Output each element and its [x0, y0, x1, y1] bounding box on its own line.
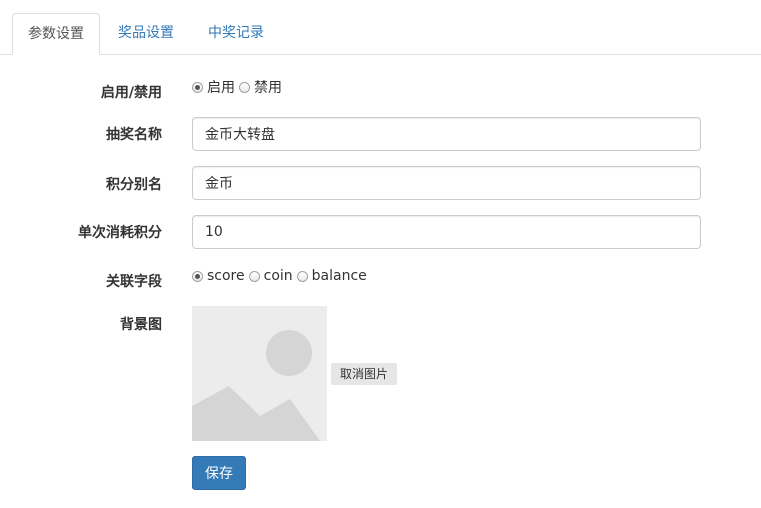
related-field-balance-label[interactable]: balance [312, 268, 367, 284]
lottery-name-input[interactable] [192, 117, 701, 151]
background-image-preview[interactable] [192, 306, 327, 441]
related-field-score-radio[interactable] [192, 270, 203, 282]
tab-bar: 参数设置 奖品设置 中奖记录 [0, 0, 761, 55]
image-placeholder-icon [192, 306, 327, 441]
status-disable-radio[interactable] [239, 81, 250, 93]
related-field-label: 关联字段 [106, 274, 162, 290]
status-enable-radio[interactable] [192, 81, 203, 93]
related-field-score-label[interactable]: score [207, 268, 245, 284]
tab-winning-records[interactable]: 中奖记录 [208, 13, 264, 55]
tab-divider [0, 54, 761, 55]
cost-per-draw-label: 单次消耗积分 [78, 225, 162, 241]
lottery-name-label: 抽奖名称 [106, 127, 162, 143]
status-disable-label[interactable]: 禁用 [254, 77, 282, 97]
related-field-balance-radio[interactable] [296, 270, 308, 282]
related-field-radio-group: score coin balance [192, 266, 371, 286]
tab-parameter-settings[interactable]: 参数设置 [12, 13, 100, 55]
tab-prize-settings[interactable]: 奖品设置 [118, 13, 174, 55]
points-alias-input[interactable] [192, 166, 701, 200]
status-label: 启用/禁用 [100, 85, 162, 101]
cost-per-draw-input[interactable] [192, 215, 701, 249]
related-field-coin-radio[interactable] [248, 270, 260, 282]
related-field-coin-label[interactable]: coin [264, 268, 293, 284]
status-enable-label[interactable]: 启用 [207, 77, 235, 97]
save-button[interactable]: 保存 [192, 456, 246, 490]
cancel-image-button[interactable]: 取消图片 [331, 363, 397, 385]
status-radio-group: 启用 禁用 [192, 77, 286, 97]
points-alias-label: 积分别名 [106, 177, 162, 193]
background-image-label: 背景图 [120, 317, 162, 333]
